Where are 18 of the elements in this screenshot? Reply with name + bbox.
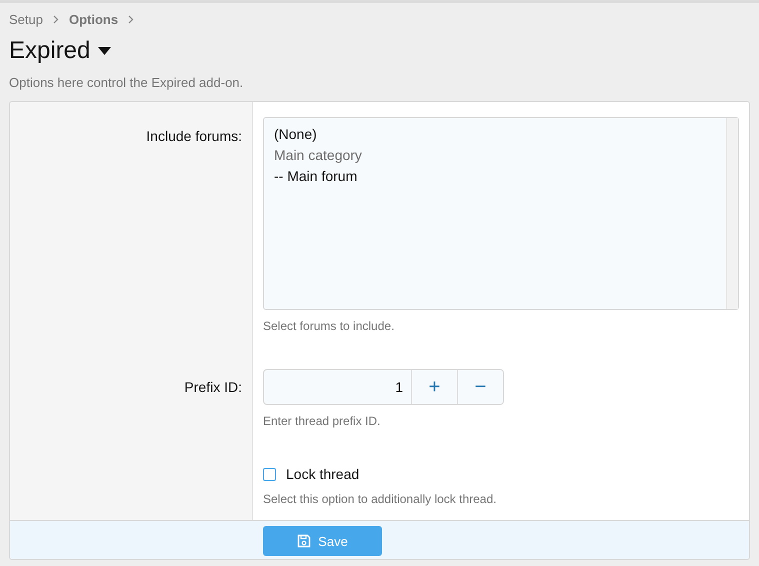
field-label: Prefix ID:	[184, 379, 242, 395]
listbox-option[interactable]: (None)	[274, 126, 716, 142]
field-hint: Select forums to include.	[263, 319, 396, 333]
number-field[interactable]: 1 + −	[263, 369, 504, 405]
field-label: Include forums:	[146, 128, 242, 144]
field-hint: Select this option to additionally lock thread.	[263, 492, 498, 506]
breadcrumb-link[interactable]: Setup	[9, 12, 43, 26]
listbox-option[interactable]: -- Main forum	[274, 168, 716, 184]
page-title: Expired	[9, 37, 90, 65]
decrement-button[interactable]: −	[457, 370, 503, 404]
save-button[interactable]: Save	[263, 526, 382, 556]
caret-icon[interactable]	[98, 47, 112, 55]
page-description: Options here control the Expired add-on.	[9, 75, 244, 90]
scrollbar-track[interactable]	[726, 118, 738, 309]
breadcrumb-link[interactable]: Options	[68, 12, 118, 26]
field-hint: Enter thread prefix ID.	[263, 414, 382, 428]
save-icon	[297, 534, 312, 548]
lock-thread-checkbox[interactable]: Lock thread	[263, 466, 739, 482]
